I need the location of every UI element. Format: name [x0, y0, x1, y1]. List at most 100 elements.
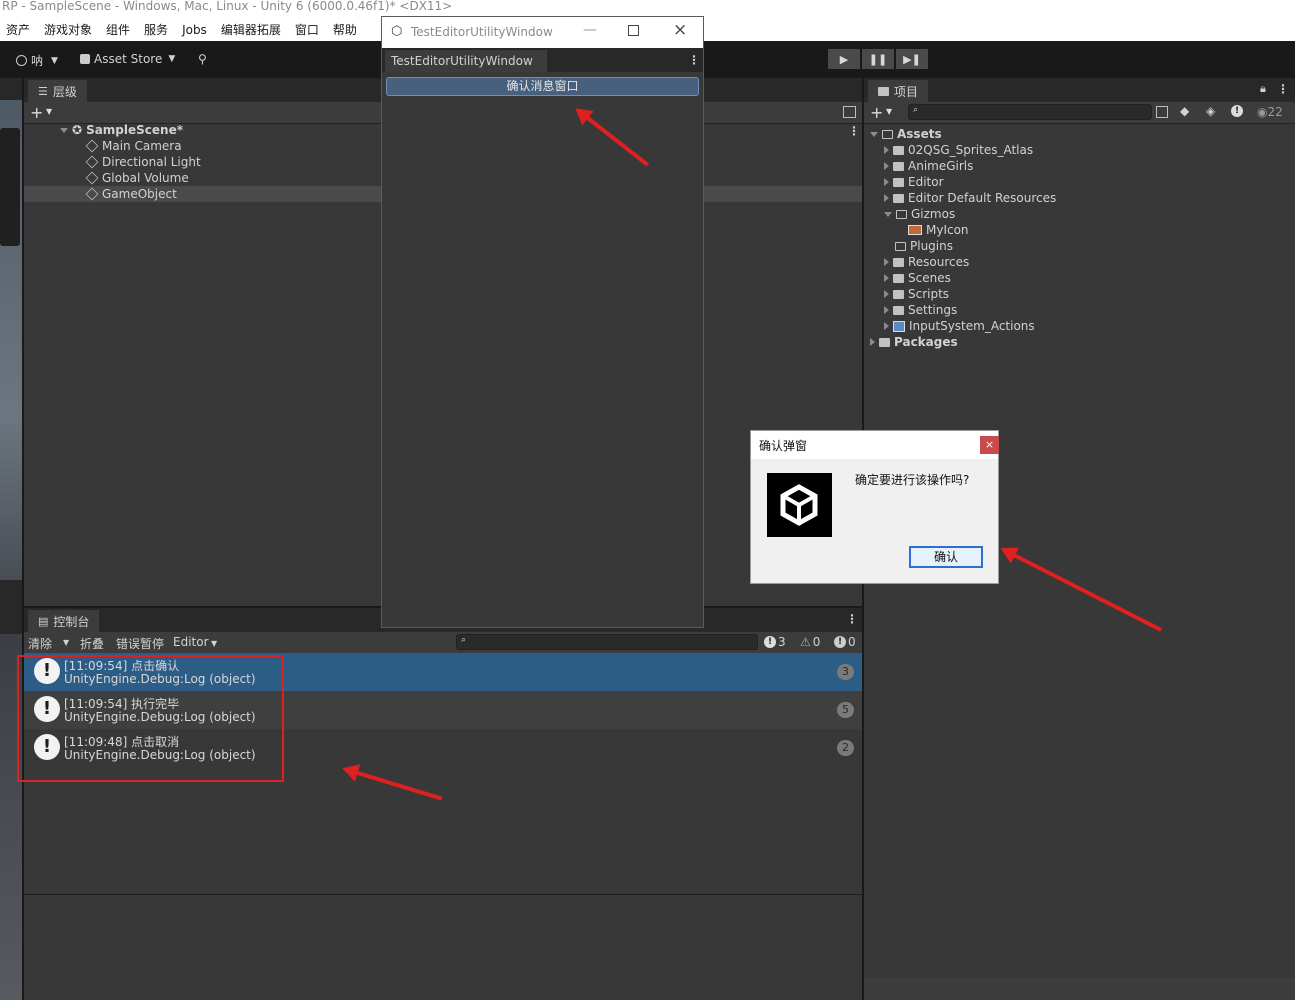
utility-window-menu-icon[interactable]: ⋮: [688, 53, 700, 67]
project-search-input[interactable]: ⌕: [908, 104, 1152, 120]
maximize-icon[interactable]: [628, 25, 639, 36]
confirm-dialog: 确认弹窗 × 确定要进行该操作吗? 确认: [750, 430, 999, 584]
gameobject-icon: [85, 187, 99, 201]
menu-services[interactable]: 服务: [144, 21, 168, 38]
dialog-close-button[interactable]: ×: [980, 436, 999, 454]
expand-arrow-icon[interactable]: [884, 211, 892, 217]
hierarchy-item-gameobject[interactable]: GameObject: [85, 186, 177, 202]
close-icon[interactable]: ×: [673, 20, 687, 40]
search-by-type-icon[interactable]: [1156, 106, 1168, 118]
chevron-down-icon[interactable]: ▼: [886, 107, 892, 116]
editor-dropdown[interactable]: Editor ▼: [173, 635, 217, 649]
expand-arrow-icon[interactable]: [884, 146, 889, 154]
expand-arrow-icon[interactable]: [884, 290, 889, 298]
play-button[interactable]: ▶: [828, 49, 860, 69]
project-item-assets[interactable]: Assets: [870, 126, 942, 142]
search-icon: ⌕: [913, 105, 919, 115]
lock-icon[interactable]: 🔒︎: [1260, 82, 1266, 96]
menu-gameobject[interactable]: 游戏对象: [44, 21, 92, 38]
hierarchy-menu-icon[interactable]: ⋮: [848, 124, 860, 138]
project-folder[interactable]: Editor: [884, 174, 944, 190]
menu-window[interactable]: 窗口: [295, 21, 319, 38]
project-folder[interactable]: Settings: [884, 302, 957, 318]
folder-icon: [879, 337, 890, 347]
expand-arrow-icon[interactable]: [884, 322, 889, 330]
project-folder[interactable]: AnimeGirls: [884, 158, 973, 174]
chevron-down-icon[interactable]: ▼: [46, 107, 52, 116]
hierarchy-item-directional-light[interactable]: Directional Light: [85, 154, 201, 170]
add-icon[interactable]: +: [870, 103, 883, 122]
project-folder[interactable]: Plugins: [895, 238, 953, 254]
hierarchy-item-main-camera[interactable]: Main Camera: [85, 138, 182, 154]
expand-arrow-icon[interactable]: [884, 194, 889, 202]
console-search-input[interactable]: ⌕: [456, 634, 758, 650]
hidden-packages-toggle[interactable]: ◉22: [1257, 105, 1283, 119]
clear-button[interactable]: 清除: [28, 635, 52, 652]
filter-type-icon[interactable]: ◆: [1180, 104, 1189, 118]
expand-arrow-icon[interactable]: [870, 338, 875, 346]
warning-count-toggle[interactable]: ⚠ 0: [800, 635, 820, 649]
info-icon: !: [764, 636, 776, 648]
version-control-icon[interactable]: ⚲: [198, 52, 207, 66]
expand-arrow-icon[interactable]: [884, 162, 889, 170]
menu-editor-extensions[interactable]: 编辑器拓展: [221, 21, 281, 38]
tab-project[interactable]: 项目: [868, 80, 929, 102]
dialog-titlebar: 确认弹窗 ×: [751, 431, 999, 459]
expand-arrow-icon[interactable]: [870, 131, 878, 137]
hierarchy-item-global-volume[interactable]: Global Volume: [85, 170, 189, 186]
project-asset[interactable]: MyIcon: [908, 222, 969, 238]
tab-utility-window[interactable]: TestEditorUtilityWindow: [385, 50, 547, 72]
project-folder[interactable]: Resources: [884, 254, 969, 270]
dialog-confirm-button[interactable]: 确认: [909, 546, 983, 568]
label-icon[interactable]: ◈: [1206, 104, 1215, 118]
expand-arrow-icon[interactable]: [884, 306, 889, 314]
project-folder[interactable]: Editor Default Resources: [884, 190, 1056, 206]
menu-jobs[interactable]: Jobs: [182, 23, 207, 37]
pause-button[interactable]: ❚❚: [862, 49, 894, 69]
gameobject-icon: [85, 171, 99, 185]
expand-arrow-icon[interactable]: [60, 127, 68, 133]
step-button[interactable]: ▶❚: [896, 49, 928, 69]
chevron-down-icon[interactable]: ▼: [63, 638, 69, 647]
tab-hierarchy[interactable]: ☰ 层级: [28, 80, 87, 102]
error-count-toggle[interactable]: ! 0: [834, 635, 856, 649]
minimize-icon[interactable]: —: [583, 22, 597, 38]
confirm-message-window-button[interactable]: 确认消息窗口: [386, 77, 699, 96]
menu-component[interactable]: 组件: [106, 21, 130, 38]
expand-arrow-icon[interactable]: [884, 178, 889, 186]
folder-empty-icon: [895, 241, 906, 251]
unity-logo-icon: ⬡: [391, 24, 403, 39]
input-actions-icon: [893, 320, 905, 332]
project-folder[interactable]: 02QSG_Sprites_Atlas: [884, 142, 1033, 158]
error-icon: !: [834, 636, 846, 648]
project-folder[interactable]: Scripts: [884, 286, 949, 302]
collapse-button[interactable]: 折叠: [80, 635, 104, 652]
asset-store-button[interactable]: Asset Store ▼: [80, 52, 175, 66]
project-folder[interactable]: Gizmos: [884, 206, 955, 222]
expand-arrow-icon[interactable]: [884, 258, 889, 266]
folder-icon: [893, 193, 904, 203]
folder-icon: [893, 257, 904, 267]
log-count-toggle[interactable]: ! 3: [764, 635, 786, 649]
unity-scene-icon: ✪: [72, 123, 83, 137]
project-asset[interactable]: InputSystem_Actions: [884, 318, 1035, 334]
info-circle-icon[interactable]: !: [1231, 105, 1243, 117]
project-menu-icon[interactable]: ⋮: [1277, 82, 1289, 96]
folder-icon: [893, 273, 904, 283]
entry-count-badge: 5: [837, 702, 854, 718]
scene-root-row[interactable]: ✪ SampleScene*: [60, 122, 183, 138]
menu-assets[interactable]: 资产: [6, 21, 30, 38]
scene-visibility-icon[interactable]: [843, 106, 856, 118]
tab-console[interactable]: ▤ 控制台: [28, 610, 100, 632]
expand-arrow-icon[interactable]: [884, 274, 889, 282]
error-pause-button[interactable]: 错误暂停: [116, 635, 164, 652]
project-item-packages[interactable]: Packages: [870, 334, 958, 350]
project-folder[interactable]: Scenes: [884, 270, 951, 286]
account-icon: [16, 55, 27, 66]
console-menu-icon[interactable]: ⋮: [846, 612, 858, 626]
gameobject-icon: [85, 155, 99, 169]
menu-help[interactable]: 帮助: [333, 21, 357, 38]
account-dropdown[interactable]: 呐 ▼: [16, 52, 58, 69]
folder-icon: [893, 161, 904, 171]
add-icon[interactable]: +: [30, 103, 43, 122]
